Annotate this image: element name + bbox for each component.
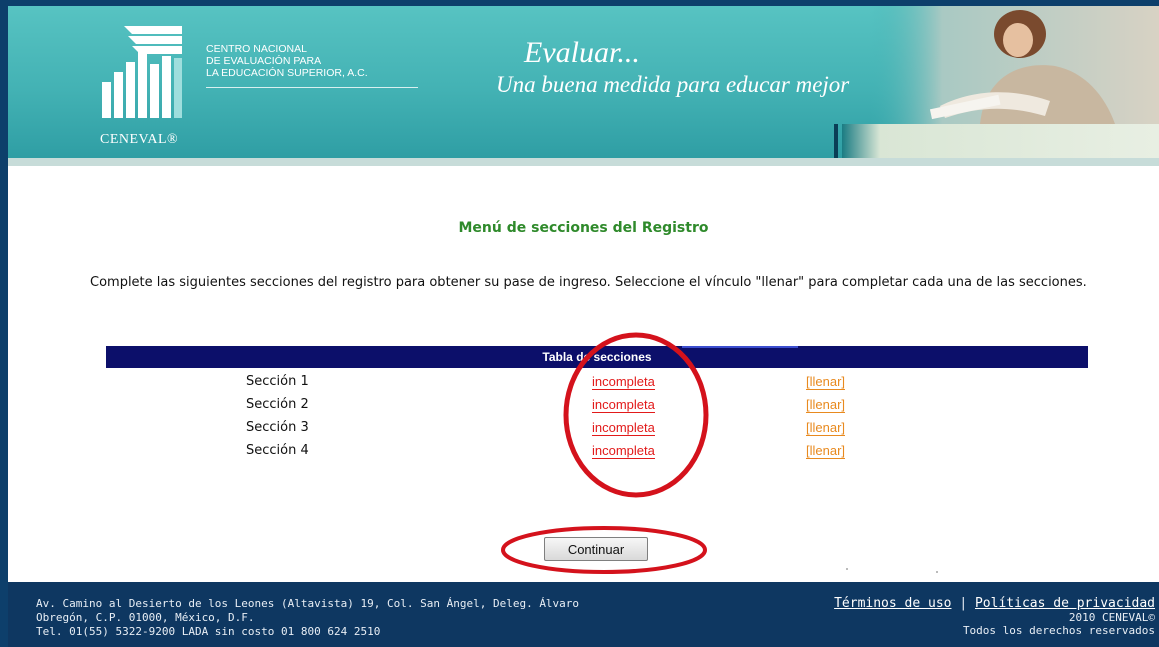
logo-caption: CENEVAL® (100, 132, 179, 147)
slogan-line-2: Una buena medida para educar mejor (496, 72, 850, 97)
org-name-line: LA EDUCACIÓN SUPERIOR, A.C. (206, 67, 368, 79)
address-line: Av. Camino al Desierto de los Leones (Al… (36, 597, 580, 610)
fill-section-link[interactable]: [llenar] (806, 374, 846, 390)
header-highlight (682, 346, 798, 348)
org-name-line: CENTRO NACIONAL (206, 43, 307, 55)
footer-links: Términos de uso | Políticas de privacida… (834, 596, 1155, 611)
section-status: incompleta (592, 420, 655, 436)
address-line: Obregón, C.P. 01000, México, D.F. (36, 611, 255, 624)
header-banner: CENEVAL® CENTRO NACIONAL DE EVALUACIÓN P… (8, 6, 1159, 158)
organization-name: CENTRO NACIONAL DE EVALUACIÓN PARA LA ED… (206, 43, 426, 79)
footer: Av. Camino al Desierto de los Leones (Al… (8, 582, 1159, 647)
table-row: Sección 3 incompleta [llenar] (8, 420, 1159, 442)
org-name-line: DE EVALUACIÓN PARA (206, 55, 322, 67)
continue-button[interactable]: Continuar (544, 537, 648, 561)
fill-section-link[interactable]: [llenar] (806, 443, 846, 459)
sections-table-header: Tabla de secciones (106, 346, 1088, 368)
banner-divider (834, 124, 838, 158)
fill-section-link[interactable]: [llenar] (806, 420, 846, 436)
section-name: Sección 2 (246, 397, 309, 412)
banner-bottom-strip (8, 158, 1159, 166)
section-status: incompleta (592, 374, 655, 390)
table-row: Sección 2 incompleta [llenar] (8, 397, 1159, 419)
decorative-dot (936, 571, 938, 573)
section-status: incompleta (592, 397, 655, 413)
slogan-line-1: Evaluar... (524, 36, 640, 69)
terms-of-use-link[interactable]: Términos de uso (834, 596, 951, 611)
link-separator: | (959, 596, 968, 611)
fill-section-link[interactable]: [llenar] (806, 397, 846, 413)
footer-legal: Términos de uso | Políticas de privacida… (834, 596, 1155, 637)
address-line: Tel. 01(55) 5322-9200 LADA sin costo 01 … (36, 625, 381, 638)
decorative-dot (846, 568, 848, 570)
section-name: Sección 1 (246, 374, 309, 389)
table-row: Sección 1 incompleta [llenar] (8, 374, 1159, 396)
ceneval-logo-icon (102, 26, 182, 118)
section-name: Sección 4 (246, 443, 309, 458)
copyright-text: 2010 CENEVAL© (1068, 611, 1155, 624)
section-status: incompleta (592, 443, 655, 459)
banner-lower-strip (842, 124, 1159, 158)
section-name: Sección 3 (246, 420, 309, 435)
footer-address: Av. Camino al Desierto de los Leones (Al… (36, 597, 579, 639)
table-row: Sección 4 incompleta [llenar] (8, 443, 1159, 465)
privacy-policy-link[interactable]: Políticas de privacidad (975, 596, 1155, 611)
student-photo (870, 6, 1159, 124)
intro-text: Complete las siguientes secciones del re… (90, 275, 1087, 290)
org-name-underline (206, 87, 418, 88)
table-header-label: Tabla de secciones (542, 350, 652, 364)
page-frame: CENEVAL® CENTRO NACIONAL DE EVALUACIÓN P… (8, 6, 1159, 647)
page-title: Menú de secciones del Registro (458, 220, 709, 236)
rights-text: Todos los derechos reservados (962, 624, 1155, 637)
